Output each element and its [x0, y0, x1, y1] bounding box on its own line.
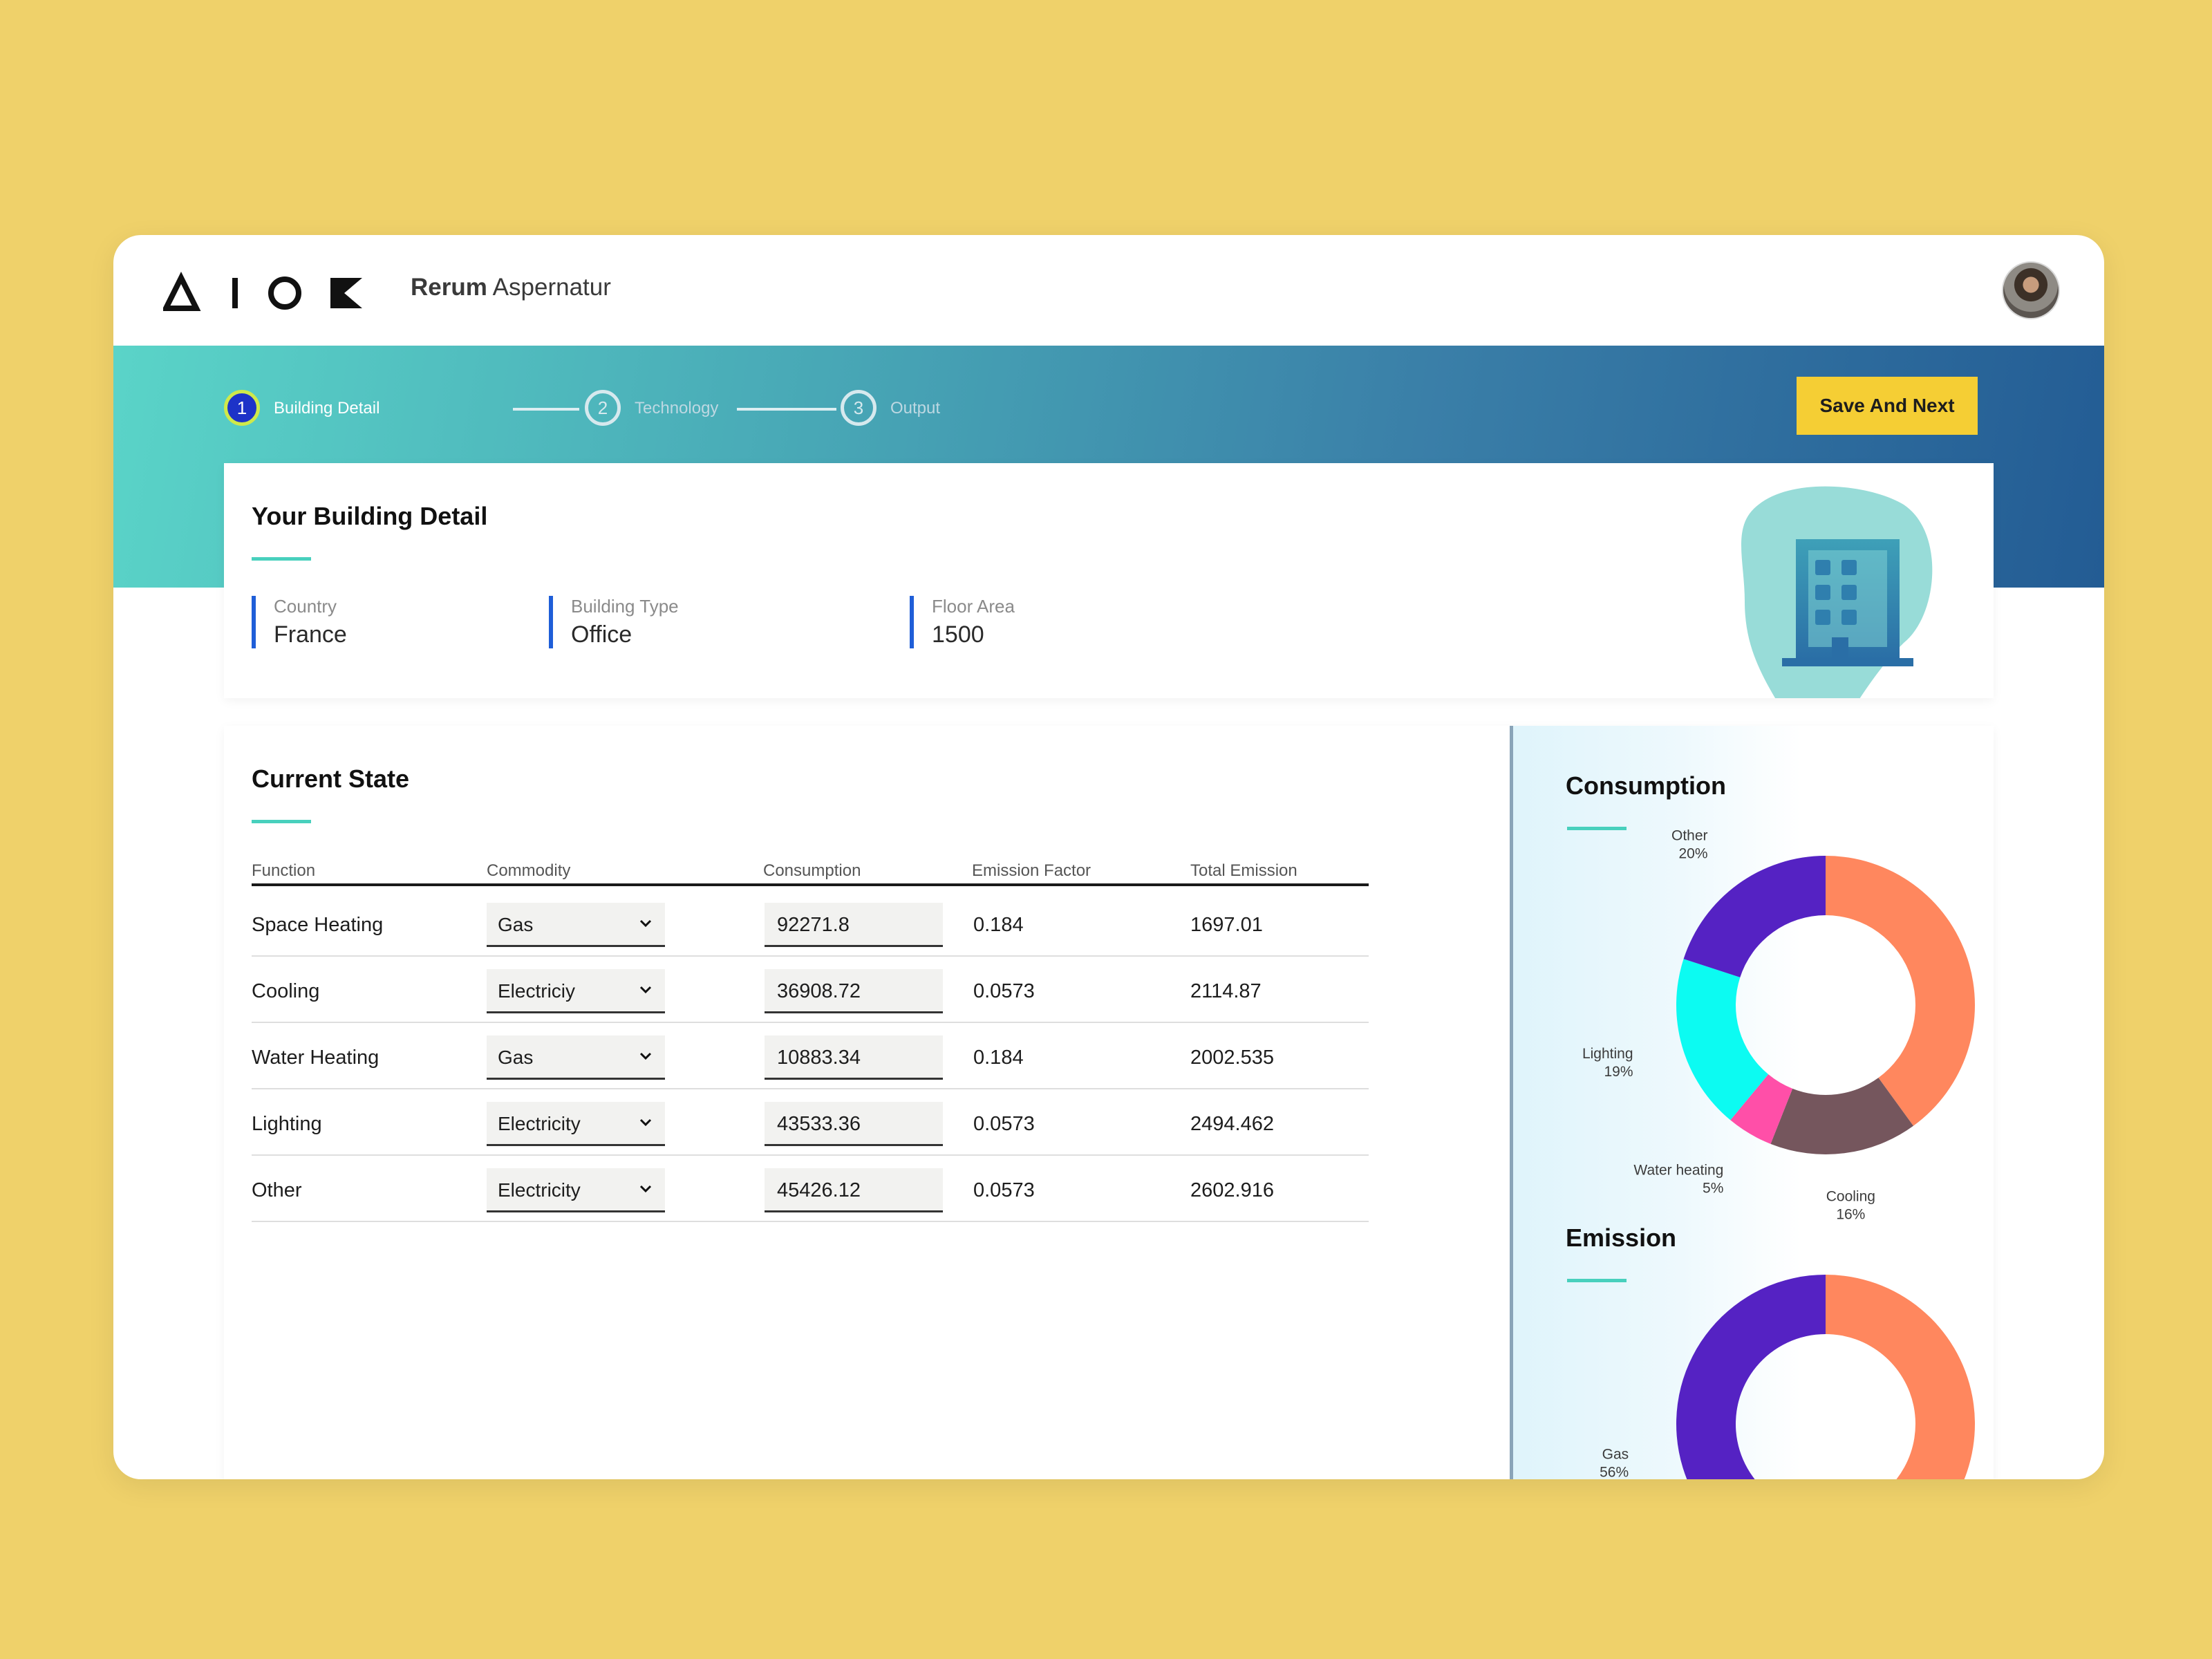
function-cell: Other [252, 1179, 302, 1201]
total-emission-cell: 2494.462 [1190, 1113, 1274, 1135]
step-2-circle[interactable]: 2 [585, 390, 621, 426]
commodity-value: Electricity [498, 1113, 581, 1134]
slice-label: Cooling [1826, 1189, 1875, 1205]
country-field: Country France [252, 596, 347, 648]
table-row: Cooling Electriciy 36908.72 0.0573 2114.… [252, 957, 1369, 1023]
commodity-value: Electricity [498, 1179, 581, 1201]
building-detail-card: Your Building Detail Country France Buil… [224, 463, 1994, 698]
column-header-emission-factor: Emission Factor [972, 861, 1091, 880]
step-1-circle[interactable]: 1 [224, 390, 260, 426]
function-cell: Water Heating [252, 1047, 379, 1069]
commodity-value: Gas [498, 1047, 534, 1068]
charts-canvas: Space heating40%Cooling16%Water heating5… [1582, 827, 1975, 1479]
slice-label: Other [1671, 827, 1708, 843]
total-emission-cell: 2114.87 [1190, 980, 1262, 1002]
building-type-label: Building Type [571, 596, 679, 617]
column-header-function: Function [252, 861, 316, 880]
consumption-input[interactable]: 92271.8 [765, 903, 943, 947]
floor-area-field: Floor Area 1500 [910, 596, 1015, 648]
emission-factor-cell: 0.184 [973, 1047, 1024, 1069]
floor-area-label: Floor Area [932, 596, 1015, 617]
emission-factor-cell: 0.184 [973, 914, 1024, 936]
commodity-value: Gas [498, 914, 534, 935]
commodity-select[interactable]: Electricity [487, 1168, 665, 1212]
function-cell: Space Heating [252, 914, 384, 936]
donut-slice-space-heating[interactable] [1826, 856, 1975, 1126]
commodity-select[interactable]: Gas [487, 1035, 665, 1080]
slice-percent-label: 20% [1679, 845, 1708, 861]
consumption-input[interactable]: 43533.36 [765, 1102, 943, 1146]
consumption-input[interactable]: 45426.12 [765, 1168, 943, 1212]
donut-slice-other[interactable] [1683, 856, 1826, 977]
table-header: Function Commodity Consumption Emission … [252, 861, 1369, 886]
total-emission-cell: 2602.916 [1190, 1179, 1274, 1201]
title-underline [252, 820, 311, 823]
country-value: France [274, 621, 347, 648]
building-detail-title: Your Building Detail [252, 502, 488, 530]
current-state-title: Current State [252, 765, 410, 793]
save-and-next-button[interactable]: Save And Next [1797, 377, 1978, 435]
title-underline [252, 557, 311, 561]
column-header-commodity: Commodity [487, 861, 571, 880]
building-type-field: Building Type Office [549, 596, 679, 648]
app-window: Rerum Aspernatur 1 Building Detail 2 Tec… [113, 235, 2104, 1479]
donut-slice-electricity[interactable] [1826, 1275, 1975, 1479]
commodity-select[interactable]: Gas [487, 903, 665, 947]
emission-factor-cell: 0.0573 [973, 1179, 1035, 1201]
building-type-value: Office [571, 621, 632, 648]
step-3-circle[interactable]: 3 [841, 390, 877, 426]
column-header-consumption: Consumption [763, 861, 861, 880]
slice-percent-label: 5% [1703, 1181, 1723, 1197]
step-3-label[interactable]: Output [890, 399, 940, 418]
aiok-logo[interactable] [161, 271, 364, 312]
step-2-label[interactable]: Technology [635, 399, 718, 418]
table-row: Lighting Electricity 43533.36 0.0573 249… [252, 1089, 1369, 1156]
charts-panel: Consumption Emission Space heating40%Coo… [1510, 726, 1994, 1479]
commodity-select[interactable]: Electricity [487, 1102, 665, 1146]
step-connector [737, 408, 836, 411]
top-header: Rerum Aspernatur [113, 235, 2104, 346]
table-row: Water Heating Gas 10883.34 0.184 2002.53… [252, 1023, 1369, 1089]
current-state-card: Current State Function Commodity Consump… [224, 726, 1994, 1479]
slice-percent-label: 19% [1604, 1064, 1633, 1080]
chevron-down-icon [639, 986, 652, 994]
building-icon [1741, 486, 1933, 698]
app-title: Rerum Aspernatur [411, 274, 611, 301]
consumption-input[interactable]: 36908.72 [765, 969, 943, 1013]
chevron-down-icon [639, 1118, 652, 1127]
progress-stepper: 1 Building Detail 2 Technology 3 Output [224, 387, 1053, 429]
consumption-input[interactable]: 10883.34 [765, 1035, 943, 1080]
app-title-bold: Rerum [411, 274, 487, 301]
app-title-rest: Aspernatur [492, 274, 611, 301]
total-emission-cell: 2002.535 [1190, 1047, 1274, 1069]
total-emission-cell: 1697.01 [1190, 914, 1263, 936]
chevron-down-icon [639, 1185, 652, 1193]
commodity-value: Electriciy [498, 980, 576, 1002]
chevron-down-icon [639, 919, 652, 928]
commodity-select[interactable]: Electriciy [487, 969, 665, 1013]
table-row: Other Electricity 45426.12 0.0573 2602.9… [252, 1156, 1369, 1222]
slice-label: Water heating [1633, 1163, 1723, 1179]
function-cell: Cooling [252, 980, 320, 1002]
user-avatar[interactable] [2002, 261, 2060, 319]
slice-label: Lighting [1582, 1046, 1633, 1062]
table-row: Space Heating Gas 92271.8 0.184 1697.01 [252, 890, 1369, 957]
chevron-down-icon [639, 1052, 652, 1060]
step-connector [513, 408, 579, 411]
emission-factor-cell: 0.0573 [973, 980, 1035, 1002]
country-label: Country [274, 596, 337, 617]
emission-factor-cell: 0.0573 [973, 1113, 1035, 1135]
slice-label: Gas [1602, 1446, 1629, 1462]
step-1-label[interactable]: Building Detail [274, 399, 379, 418]
floor-area-value: 1500 [932, 621, 984, 648]
column-header-total-emission: Total Emission [1190, 861, 1297, 880]
slice-percent-label: 56% [1600, 1464, 1629, 1479]
slice-percent-label: 16% [1836, 1207, 1865, 1223]
function-cell: Lighting [252, 1113, 322, 1135]
